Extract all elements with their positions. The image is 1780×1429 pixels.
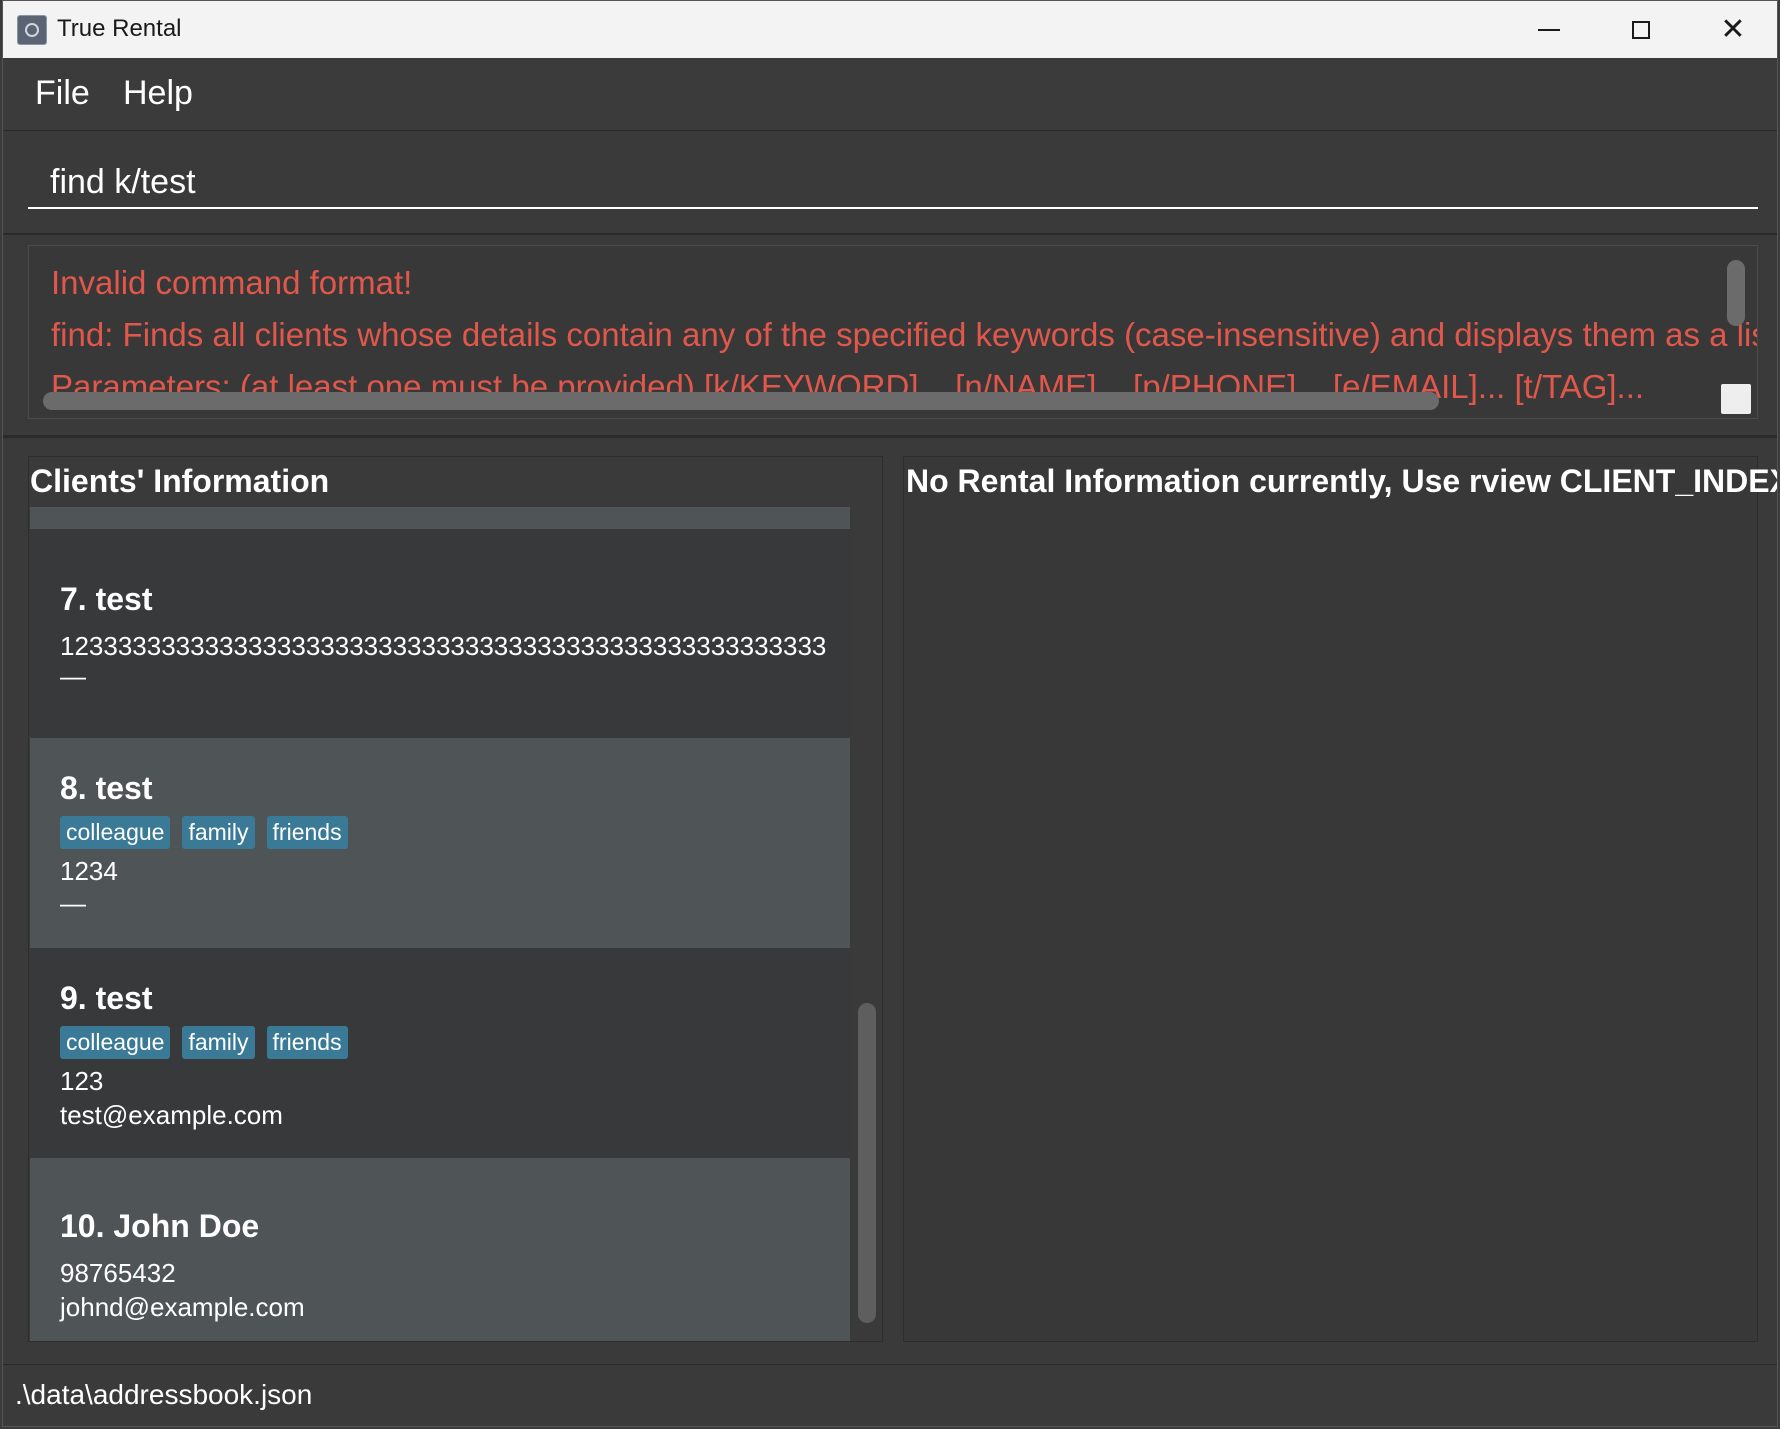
close-icon: ✕ xyxy=(1720,11,1746,47)
client-card[interactable]: 8. test colleague family friends 1234 — xyxy=(30,738,850,948)
storage-file-path: .\data\addressbook.json xyxy=(15,1379,313,1410)
menu-help[interactable]: Help xyxy=(123,74,193,113)
tag: family xyxy=(182,816,255,849)
menu-bar: File Help xyxy=(3,58,1777,131)
client-list: 7. test 12333333333333333333333333333333… xyxy=(30,507,850,1341)
client-phone: 1234 xyxy=(60,856,118,886)
client-card[interactable]: 9. test colleague family friends 123 tes… xyxy=(30,948,850,1158)
list-item[interactable] xyxy=(30,507,850,529)
tag: friends xyxy=(266,1026,348,1059)
result-error-title: Invalid command format! xyxy=(51,264,413,301)
client-name: 8. test xyxy=(60,770,153,806)
client-phone: 1233333333333333333333333333333333333333… xyxy=(60,631,827,661)
minimize-icon xyxy=(1538,28,1560,31)
client-name: 10. John Doe xyxy=(60,1208,260,1244)
status-bar: .\data\addressbook.json xyxy=(3,1364,1777,1426)
client-email: test@example.com xyxy=(60,1100,283,1130)
tag: family xyxy=(182,1026,255,1059)
result-panel: Invalid command format! find: Finds all … xyxy=(3,235,1777,438)
command-box xyxy=(3,131,1777,235)
tag-list: colleague family friends xyxy=(60,1026,348,1059)
tag: colleague xyxy=(60,1026,171,1059)
client-email: johnd@example.com xyxy=(60,1292,305,1322)
app-window: True Rental ✕ File Help Invalid command … xyxy=(2,0,1778,1427)
close-button[interactable]: ✕ xyxy=(1687,1,1777,58)
result-vertical-scrollbar[interactable] xyxy=(1727,260,1745,326)
tag: friends xyxy=(266,816,348,849)
minimize-button[interactable] xyxy=(1503,1,1595,58)
title-bar: True Rental ✕ xyxy=(3,1,1777,58)
clients-panel: Clients' Information 7. test 12333333333… xyxy=(28,456,883,1342)
tag-list: colleague family friends xyxy=(60,816,348,849)
result-display[interactable]: Invalid command format! find: Finds all … xyxy=(28,245,1758,419)
client-name: 7. test xyxy=(60,581,153,617)
client-card[interactable]: 10. John Doe 98765432 johnd@example.com xyxy=(30,1158,850,1341)
command-input[interactable] xyxy=(28,157,1758,209)
scroll-corner xyxy=(1721,384,1751,414)
client-name: 9. test xyxy=(60,980,153,1016)
result-horizontal-scrollbar[interactable] xyxy=(43,392,1439,410)
maximize-icon xyxy=(1632,20,1650,39)
menu-file[interactable]: File xyxy=(35,74,90,113)
clients-panel-title: Clients' Information xyxy=(30,463,330,499)
rental-panel: No Rental Information currently, Use rvi… xyxy=(903,456,1777,1342)
client-email: — xyxy=(60,661,86,691)
result-usage-line: find: Finds all clients whose details co… xyxy=(51,316,1758,353)
client-list-scrollbar[interactable] xyxy=(858,1003,876,1323)
client-email: — xyxy=(60,888,86,918)
rental-panel-title: No Rental Information currently, Use rvi… xyxy=(906,463,1778,499)
client-card[interactable]: 7. test 12333333333333333333333333333333… xyxy=(30,529,850,738)
client-phone: 98765432 xyxy=(60,1258,176,1288)
maximize-button[interactable] xyxy=(1595,1,1687,58)
tag: colleague xyxy=(60,816,171,849)
client-phone: 123 xyxy=(60,1066,104,1096)
app-icon xyxy=(17,15,47,45)
window-title: True Rental xyxy=(57,15,182,42)
